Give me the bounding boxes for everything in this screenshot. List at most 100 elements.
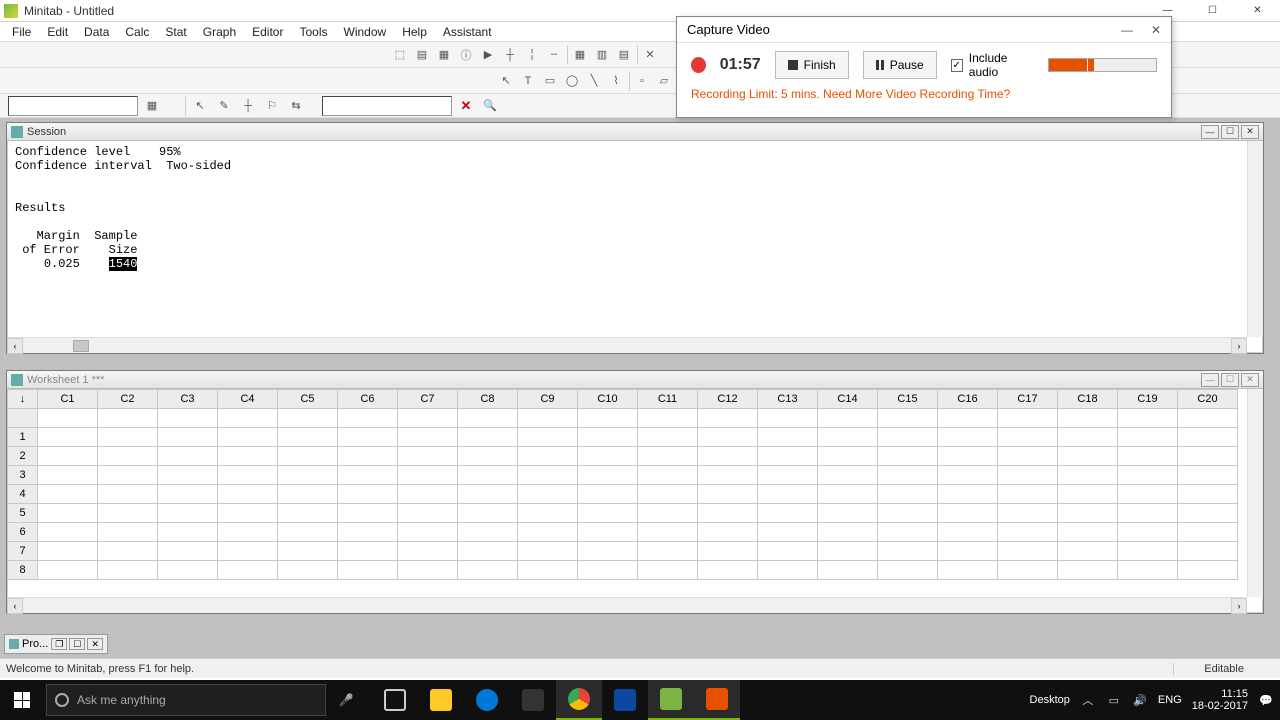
chrome-icon[interactable]: [556, 680, 602, 720]
teamviewer-icon[interactable]: [602, 680, 648, 720]
brush-icon[interactable]: ✎: [214, 96, 234, 116]
scroll-left-icon[interactable]: ‹: [7, 598, 23, 614]
row-header[interactable]: 7: [8, 542, 38, 561]
maximize-button[interactable]: ☐: [1190, 0, 1235, 20]
formula-input[interactable]: [322, 96, 452, 116]
worksheet-grid[interactable]: ↓ C1 C2 C3 C4 C5 C6 C7 C8 C9 C10 C11 C12…: [7, 389, 1247, 597]
marker-icon[interactable]: ▫: [632, 71, 652, 91]
mdi-close[interactable]: ✕: [1241, 373, 1259, 387]
col-header[interactable]: C5: [278, 390, 338, 409]
col-header[interactable]: C2: [98, 390, 158, 409]
cancel-icon[interactable]: ✕: [456, 96, 476, 116]
polyline-icon[interactable]: ⌇: [606, 71, 626, 91]
col-header[interactable]: C4: [218, 390, 278, 409]
col-header[interactable]: C14: [818, 390, 878, 409]
tb-icon[interactable]: ╌: [544, 45, 564, 65]
scrollbar-vertical[interactable]: [1247, 389, 1263, 597]
scroll-right-icon[interactable]: ›: [1231, 598, 1247, 614]
crosshair-icon[interactable]: ┼: [238, 96, 258, 116]
col-header[interactable]: C11: [638, 390, 698, 409]
capture-close[interactable]: ✕: [1151, 23, 1161, 37]
task-view-icon[interactable]: [372, 680, 418, 720]
menu-editor[interactable]: Editor: [246, 23, 289, 41]
tb-icon[interactable]: ▤: [614, 45, 634, 65]
col-header[interactable]: C18: [1058, 390, 1118, 409]
worksheet-title-bar[interactable]: Worksheet 1 *** — ☐ ✕: [7, 371, 1263, 389]
capture-minimize[interactable]: —: [1121, 23, 1133, 37]
cell[interactable]: [38, 428, 98, 447]
col-header[interactable]: C19: [1118, 390, 1178, 409]
menu-stat[interactable]: Stat: [159, 23, 192, 41]
row-header[interactable]: 5: [8, 504, 38, 523]
col-header[interactable]: C3: [158, 390, 218, 409]
row-header[interactable]: 1: [8, 428, 38, 447]
session-title-bar[interactable]: Session — ☐ ✕: [7, 123, 1263, 141]
col-header[interactable]: C17: [998, 390, 1058, 409]
start-button[interactable]: [0, 680, 44, 720]
mdi-maximize[interactable]: ☐: [1221, 373, 1239, 387]
col-header[interactable]: C16: [938, 390, 998, 409]
project-window-minimized[interactable]: Pro... ❐ ☐ ✕: [4, 634, 108, 654]
mdi-close[interactable]: ✕: [87, 638, 103, 650]
info-icon[interactable]: ⓘ: [456, 45, 476, 65]
minitab-icon[interactable]: [648, 680, 694, 720]
pointer-icon[interactable]: ↖: [496, 71, 516, 91]
row-header[interactable]: 6: [8, 523, 38, 542]
menu-data[interactable]: Data: [78, 23, 115, 41]
line-icon[interactable]: ╲: [584, 71, 604, 91]
menu-tools[interactable]: Tools: [293, 23, 333, 41]
row-header[interactable]: 2: [8, 447, 38, 466]
mdi-maximize[interactable]: ☐: [1221, 125, 1239, 139]
scroll-left-icon[interactable]: ‹: [7, 338, 23, 354]
tb-icon[interactable]: ⬚: [390, 45, 410, 65]
notifications-icon[interactable]: 💬: [1258, 692, 1274, 708]
scrollbar-vertical[interactable]: [1247, 141, 1263, 337]
col-header[interactable]: C20: [1178, 390, 1238, 409]
swap-icon[interactable]: ⇆: [286, 96, 306, 116]
menu-help[interactable]: Help: [396, 23, 433, 41]
row-header[interactable]: 8: [8, 561, 38, 580]
menu-window[interactable]: Window: [338, 23, 393, 41]
polygon-icon[interactable]: ▱: [654, 71, 674, 91]
volume-icon[interactable]: 🔊: [1132, 692, 1148, 708]
session-output[interactable]: Confidence level 95% Confidence interval…: [7, 141, 1263, 335]
scrollbar-horizontal[interactable]: ‹ ›: [7, 337, 1247, 353]
mic-icon[interactable]: 🎤: [326, 693, 366, 707]
mdi-minimize[interactable]: —: [1201, 373, 1219, 387]
file-explorer-icon[interactable]: [418, 680, 464, 720]
store-icon[interactable]: [510, 680, 556, 720]
scroll-right-icon[interactable]: ›: [1231, 338, 1247, 354]
col-header[interactable]: C8: [458, 390, 518, 409]
menu-edit[interactable]: Edit: [41, 23, 74, 41]
edge-icon[interactable]: [464, 680, 510, 720]
col-header-corner[interactable]: ↓: [8, 390, 38, 409]
row-header[interactable]: 3: [8, 466, 38, 485]
menu-assistant[interactable]: Assistant: [437, 23, 498, 41]
col-header[interactable]: C6: [338, 390, 398, 409]
mdi-restore[interactable]: ❐: [51, 638, 67, 650]
taskbar-search[interactable]: Ask me anything: [46, 684, 326, 716]
tb-icon[interactable]: ▤: [412, 45, 432, 65]
more-time-link[interactable]: Need More Video Recording Time?: [823, 87, 1010, 101]
text-icon[interactable]: T: [518, 71, 538, 91]
close-button[interactable]: ✕: [1235, 0, 1280, 20]
menu-graph[interactable]: Graph: [197, 23, 242, 41]
recorder-icon[interactable]: [694, 680, 740, 720]
col-header[interactable]: C1: [38, 390, 98, 409]
tb-icon[interactable]: ▶: [478, 45, 498, 65]
row-header[interactable]: 4: [8, 485, 38, 504]
pause-button[interactable]: Pause: [863, 51, 937, 79]
name-box[interactable]: [8, 96, 138, 116]
col-header[interactable]: C10: [578, 390, 638, 409]
zoom-icon[interactable]: 🔍: [480, 96, 500, 116]
clock[interactable]: 11:15 18-02-2017: [1192, 688, 1248, 712]
tb-icon[interactable]: ╎: [522, 45, 542, 65]
finish-button[interactable]: Finish: [775, 51, 849, 79]
tb-icon[interactable]: ✕: [640, 45, 660, 65]
tb-icon[interactable]: ▦: [570, 45, 590, 65]
scroll-thumb[interactable]: [73, 340, 89, 352]
pointer-icon[interactable]: ↖: [190, 96, 210, 116]
col-header[interactable]: C15: [878, 390, 938, 409]
mdi-minimize[interactable]: —: [1201, 125, 1219, 139]
tb-icon[interactable]: ┼: [500, 45, 520, 65]
